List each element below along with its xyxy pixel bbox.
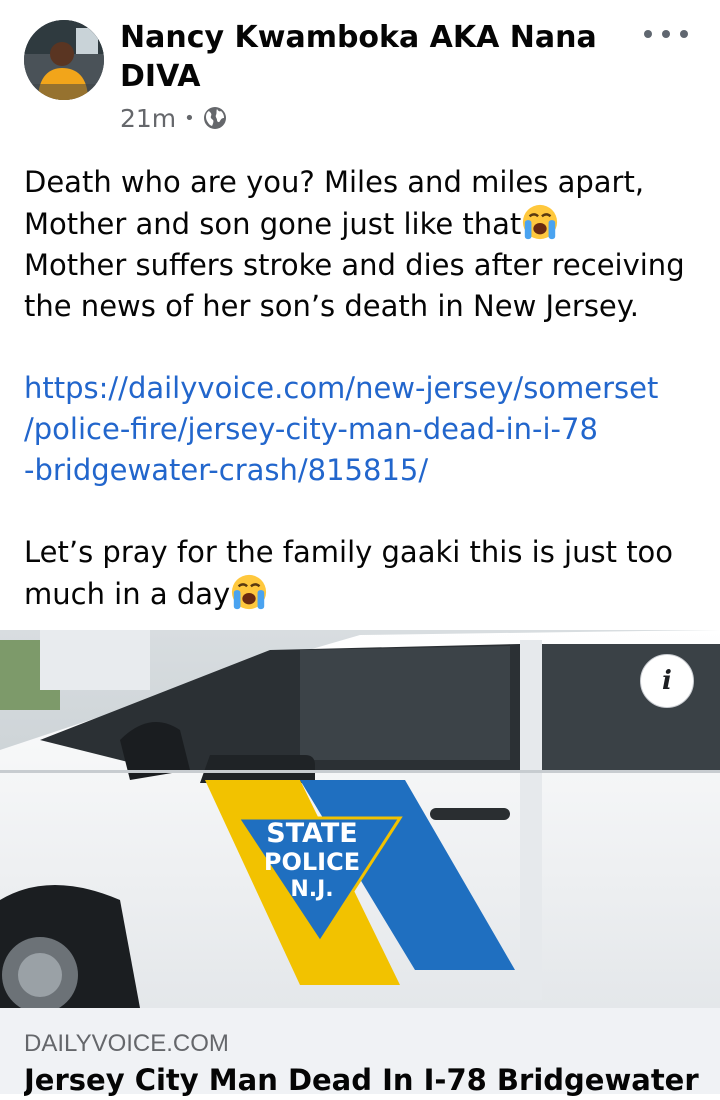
link-line: https://dailyvoice.com/new-jersey/somers…: [24, 371, 659, 405]
loudly-crying-face-emoji-icon: [232, 574, 267, 610]
link-domain: DAILYVOICE.COM: [24, 1030, 229, 1057]
dot-icon: [680, 30, 688, 38]
globe-icon: [203, 107, 226, 129]
avatar-image: [24, 20, 104, 100]
article-link[interactable]: https://dailyvoice.com/new-jersey/somers…: [24, 368, 704, 491]
post-meta: 21m •: [120, 101, 227, 135]
more-options-button[interactable]: [644, 22, 688, 46]
badge-text-line: STATE: [266, 818, 357, 849]
loudly-crying-face-emoji-icon: [523, 204, 558, 240]
post-text-line: Death who are you? Miles and miles apart…: [24, 165, 645, 199]
badge-text-line: POLICE: [264, 848, 360, 876]
post-header: Nancy Kwamboka AKA Nana DIVA 21m •: [0, 0, 720, 150]
post-text-line: Let’s pray for the family gaaki this is …: [24, 535, 674, 569]
post-text-line: the news of her son’s death in New Jerse…: [24, 289, 640, 323]
info-button[interactable]: i: [640, 654, 694, 708]
post-time[interactable]: 21m: [120, 104, 176, 133]
author-avatar[interactable]: [24, 20, 104, 100]
dot-icon: [644, 30, 652, 38]
badge-text-line: N.J.: [290, 877, 333, 902]
author-name[interactable]: Nancy Kwamboka AKA Nana DIVA: [120, 18, 620, 96]
post-text-segment: much in a day: [24, 577, 231, 611]
post-text-line: much in a day: [24, 573, 704, 615]
link-line: -bridgewater-crash/815815/: [24, 453, 429, 487]
dot-icon: [662, 30, 670, 38]
link-title[interactable]: Jersey City Man Dead In I-78 Bridgewater: [24, 1060, 714, 1100]
post-text-line: Mother and son gone just like that: [24, 203, 704, 245]
police-car-photo: STATE POLICE N.J.: [0, 630, 720, 1008]
link-preview-image[interactable]: STATE POLICE N.J.: [0, 630, 720, 1008]
meta-separator: •: [184, 107, 195, 129]
link-line: /police-fire/jersey-city-man-dead-in-i-7…: [24, 412, 598, 446]
post-body: Death who are you? Miles and miles apart…: [24, 162, 704, 615]
post-text-line: Mother suffers stroke and dies after rec…: [24, 248, 685, 282]
post-text-segment: Mother and son gone just like that: [24, 207, 522, 241]
